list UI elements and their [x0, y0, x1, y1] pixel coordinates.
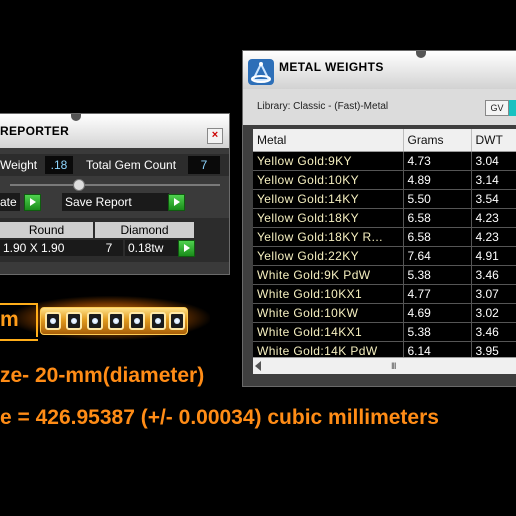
scroll-left-arrow-icon[interactable] [255, 361, 261, 371]
table-row[interactable]: White Gold:14KX1 5.38 3.46 [253, 322, 516, 342]
metal-weights-title: METAL WEIGHTS [279, 60, 384, 74]
metal-weights-titlebar[interactable]: METAL WEIGHTS [243, 51, 516, 89]
dwt-cell: 3.54 [471, 189, 516, 209]
table-row[interactable]: Yellow Gold:10KY 4.89 3.14 [253, 170, 516, 190]
metal-cell: Yellow Gold:22KY [253, 246, 404, 266]
table-row[interactable]: White Gold:9K PdW 5.38 3.46 [253, 265, 516, 285]
dwt-cell: 3.14 [471, 170, 516, 190]
metal-cell: Yellow Gold:18KY R... [253, 227, 404, 247]
reporter-divider [10, 184, 220, 186]
metal-weights-drag-knob[interactable] [416, 51, 426, 58]
gem-table-header-round: Round [0, 222, 93, 238]
metal-cell: Yellow Gold:14KY [253, 189, 404, 209]
dimension-unit-label: m [0, 308, 19, 331]
grams-cell: 4.89 [403, 170, 472, 190]
gem-stone [150, 312, 166, 330]
reporter-drag-knob[interactable] [71, 114, 81, 121]
dwt-cell: 3.46 [471, 322, 516, 342]
grams-cell: 5.38 [403, 322, 472, 342]
table-header-row: Metal Grams DWT [253, 129, 516, 152]
gem-stone [108, 312, 124, 330]
dwt-cell: 4.91 [471, 246, 516, 266]
weight-value: .18 [45, 156, 73, 174]
gem-reporter-panel: REPORTER × Weight .18 Total Gem Count 7 … [0, 113, 230, 275]
metal-cell: White Gold:14KX1 [253, 322, 404, 342]
table-row[interactable]: Yellow Gold:18KY 6.58 4.23 [253, 208, 516, 228]
column-header-grams[interactable]: Grams [403, 129, 472, 152]
table-row[interactable]: Yellow Gold:9KY 4.73 3.04 [253, 151, 516, 171]
ring-volume-caption: e = 426.95387 (+/- 0.00034) cubic millim… [0, 406, 439, 429]
reporter-close-icon[interactable]: × [207, 128, 223, 144]
scroll-thumb-grip[interactable]: III [391, 361, 396, 371]
save-report-button[interactable]: Save Report [62, 193, 169, 211]
gem-stone [66, 312, 82, 330]
gem-stone [129, 312, 145, 330]
update-go-icon[interactable] [24, 194, 41, 211]
table-row[interactable]: Yellow Gold:22KY 7.64 4.91 [253, 246, 516, 266]
table-row[interactable]: White Gold:10KW 4.69 3.02 [253, 303, 516, 323]
gem-table-go-icon[interactable] [178, 240, 195, 257]
gem-table-count-cell: 7 [95, 240, 123, 256]
gem-table-header-diamond: Diamond [95, 222, 194, 238]
save-report-label: Save Report [65, 195, 132, 209]
gem-stone [45, 312, 61, 330]
gem-stone [169, 312, 185, 330]
metal-cell: White Gold:9K PdW [253, 265, 404, 285]
table-row[interactable]: White Gold:10KX1 4.77 3.07 [253, 284, 516, 304]
gem-table-tw-cell: 0.18tw [125, 240, 178, 256]
ring-scale-logo-icon [248, 59, 274, 85]
column-header-metal[interactable]: Metal [253, 129, 404, 152]
grams-cell: 5.38 [403, 265, 472, 285]
total-gem-count-label: Total Gem Count [86, 158, 177, 172]
gv-color-swatch[interactable] [509, 100, 516, 116]
gv-toggle-button[interactable]: GV [485, 100, 509, 116]
gem-stone [87, 312, 103, 330]
table-row[interactable]: Yellow Gold:18KY R... 6.58 4.23 [253, 227, 516, 247]
weight-label: Weight [0, 158, 38, 172]
reporter-title: REPORTER [0, 124, 70, 138]
horizontal-scrollbar[interactable]: III [253, 357, 516, 374]
ring-band-image [40, 307, 188, 335]
dwt-cell: 3.02 [471, 303, 516, 323]
save-report-go-icon[interactable] [168, 194, 185, 211]
grams-cell: 6.58 [403, 227, 472, 247]
update-button[interactable]: ate [0, 193, 20, 211]
grams-cell: 5.50 [403, 189, 472, 209]
metal-cell: Yellow Gold:9KY [253, 151, 404, 171]
total-gem-count-value: 7 [188, 156, 220, 174]
table-row[interactable]: Yellow Gold:14KY 5.50 3.54 [253, 189, 516, 209]
metal-cell: Yellow Gold:18KY [253, 208, 404, 228]
grams-cell: 4.73 [403, 151, 472, 171]
grams-cell: 4.69 [403, 303, 472, 323]
grams-cell: 4.77 [403, 284, 472, 304]
dwt-cell: 4.23 [471, 227, 516, 247]
metal-cell: White Gold:10KX1 [253, 284, 404, 304]
gem-table-size-cell: 1.90 X 1.90 [0, 240, 96, 256]
metal-weights-panel: METAL WEIGHTS Library: Classic - (Fast)-… [242, 50, 516, 387]
metal-cell: White Gold:10KW [253, 303, 404, 323]
metal-weights-table: Metal Grams DWT Yellow Gold:9KY 4.73 3.04 … [253, 129, 516, 361]
ring-size-caption: ze- 20-mm(diameter) [0, 364, 205, 387]
grams-cell: 7.64 [403, 246, 472, 266]
dwt-cell: 3.07 [471, 284, 516, 304]
metal-cell: Yellow Gold:10KY [253, 170, 404, 190]
reporter-titlebar[interactable]: REPORTER × [0, 114, 229, 148]
grams-cell: 6.58 [403, 208, 472, 228]
library-label: Library: Classic - (Fast)-Metal [257, 101, 389, 112]
dwt-cell: 3.04 [471, 151, 516, 171]
update-button-label: ate [0, 195, 17, 209]
dwt-cell: 3.46 [471, 265, 516, 285]
dwt-cell: 4.23 [471, 208, 516, 228]
column-header-dwt[interactable]: DWT [471, 129, 516, 152]
reporter-splitter-handle[interactable] [73, 179, 85, 191]
